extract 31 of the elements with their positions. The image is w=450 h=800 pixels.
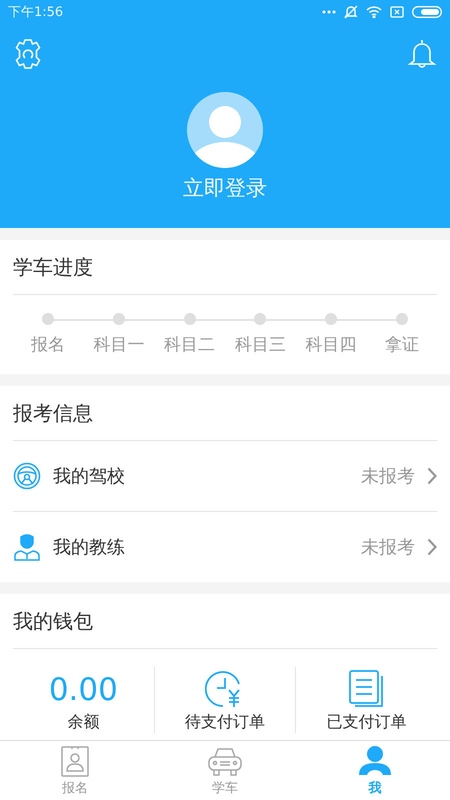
person-tie-icon — [13, 533, 41, 561]
section-title: 学车进度 — [13, 240, 437, 295]
no-sim-icon — [390, 6, 404, 18]
section-title: 我的钱包 — [13, 594, 437, 649]
steering-wheel-icon — [13, 462, 41, 490]
battery-icon — [412, 6, 442, 18]
balance-amount: 0.00 — [48, 672, 118, 708]
wifi-icon — [366, 6, 382, 18]
bell-icon[interactable] — [406, 38, 438, 70]
order-link[interactable]: 已支付订单 — [326, 712, 407, 733]
more-icon — [322, 10, 336, 14]
order-link[interactable]: 待支付订单 — [185, 712, 265, 733]
id-card-icon — [61, 745, 89, 777]
chevron-icon — [427, 538, 437, 556]
step-label: 拿证 — [384, 334, 419, 356]
step-label: 科目四 — [306, 334, 357, 356]
chevron-icon — [427, 467, 437, 485]
avatar-icon[interactable] — [187, 92, 263, 168]
muted-bell-icon — [344, 5, 358, 19]
person-icon — [358, 745, 392, 777]
section-title: 报考信息 — [13, 386, 437, 441]
step-label: 科目二 — [164, 334, 216, 356]
document-icon — [348, 670, 385, 708]
car-icon — [208, 747, 242, 777]
list-item[interactable]: 我的驾校 未报考 — [13, 441, 437, 512]
step-label: 科目三 — [234, 334, 286, 356]
status-time: 下午1:56 — [8, 4, 64, 21]
step-label: 科目一 — [93, 334, 144, 356]
step-label: 报名 — [31, 334, 65, 356]
balance-label: 余额 — [67, 712, 100, 733]
list-item[interactable]: 我的教练 未报考 — [13, 512, 437, 582]
